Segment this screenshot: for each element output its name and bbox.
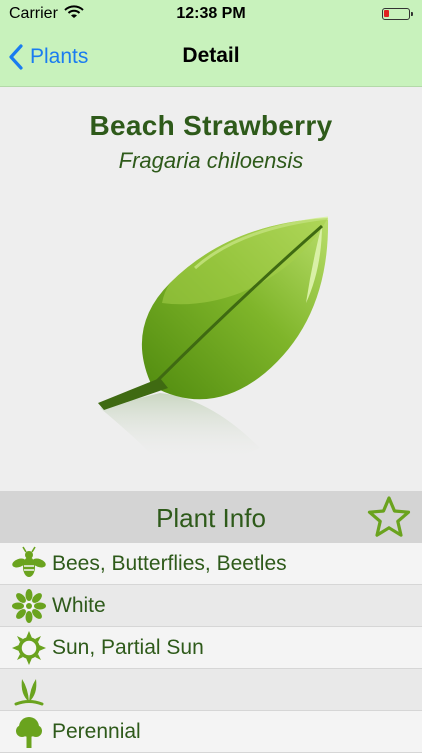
sun-exposure-text: Sun, Partial Sun bbox=[52, 635, 204, 659]
status-time: 12:38 PM bbox=[176, 5, 246, 22]
plant-header: Beach Strawberry Fragaria chiloensis bbox=[0, 110, 422, 174]
flower-color-text: White bbox=[52, 593, 106, 617]
battery-icon bbox=[382, 8, 413, 20]
plant-info-header: Plant Info bbox=[0, 491, 422, 544]
sprout-icon bbox=[14, 678, 44, 705]
info-row-flower-color: White bbox=[0, 585, 422, 627]
plant-info-title: Plant Info bbox=[156, 503, 266, 533]
bee-icon bbox=[12, 546, 46, 577]
plant-scientific-name: Fragaria chiloensis bbox=[118, 148, 304, 173]
plant-common-name: Beach Strawberry bbox=[89, 110, 333, 141]
navigation-bar: Carrier 12:38 PM Plants Detail bbox=[0, 0, 422, 87]
favorite-star-icon[interactable] bbox=[366, 494, 412, 540]
pollinators-text: Bees, Butterflies, Beetles bbox=[52, 551, 287, 575]
info-row-sun: Sun, Partial Sun bbox=[0, 627, 422, 669]
status-bar: Carrier 12:38 PM bbox=[0, 0, 422, 30]
info-row-growth bbox=[0, 669, 422, 711]
info-row-pollinators: Bees, Butterflies, Beetles bbox=[0, 543, 422, 585]
lifecycle-text: Perennial bbox=[52, 719, 141, 743]
flower-icon bbox=[12, 588, 46, 623]
sun-icon bbox=[12, 630, 46, 665]
tree-icon bbox=[16, 716, 42, 748]
page-title: Detail bbox=[182, 44, 240, 67]
leaf-icon bbox=[98, 216, 329, 462]
info-row-lifecycle: Perennial bbox=[0, 711, 422, 753]
plant-info-list: Bees, Butterflies, Beetles White Sun, Pa… bbox=[0, 543, 422, 753]
